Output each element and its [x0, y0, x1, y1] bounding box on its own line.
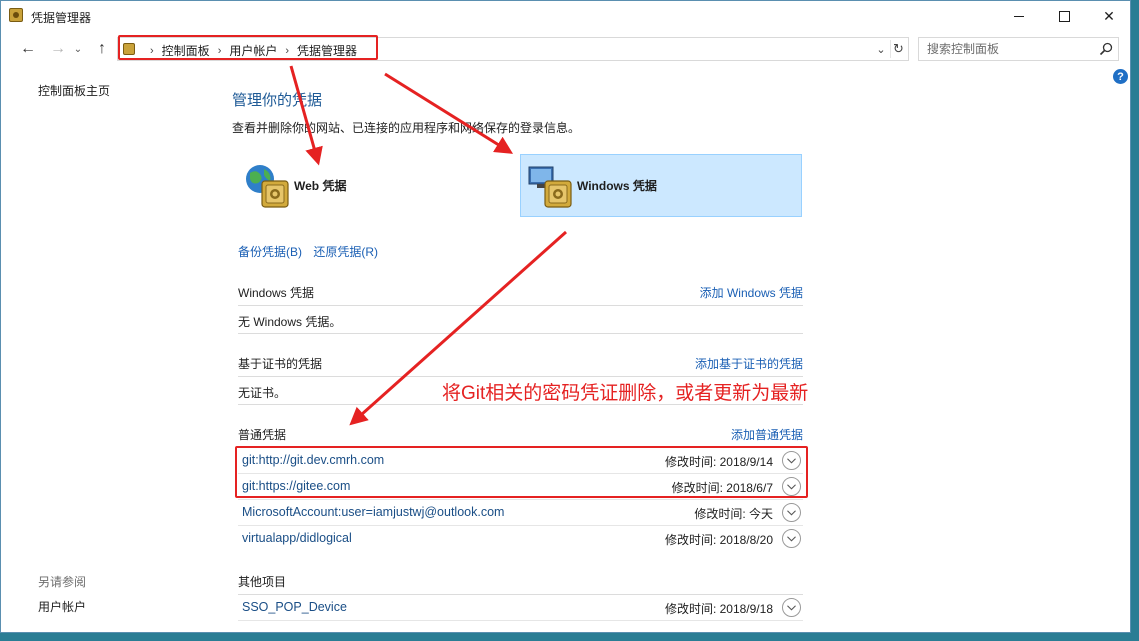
- windows-credentials-icon: [528, 166, 572, 208]
- credential-name: virtualapp/didlogical: [242, 531, 352, 545]
- refresh-button[interactable]: ↻: [890, 40, 906, 58]
- vault-icon: [9, 8, 23, 22]
- chevron-down-icon: ⌄: [876, 43, 886, 56]
- address-highlight-box: [118, 35, 378, 60]
- web-credentials-tile[interactable]: Web 凭据: [238, 154, 520, 217]
- forward-button[interactable]: →: [47, 39, 69, 59]
- recent-locations-button[interactable]: ⌄: [71, 39, 85, 59]
- divider: [238, 620, 803, 621]
- section-title: 普通凭据: [238, 428, 287, 442]
- minimize-icon: [1014, 16, 1024, 17]
- refresh-icon: ↻: [893, 41, 904, 56]
- certificate-credentials-header: 基于证书的凭据 添加基于证书的凭据: [238, 355, 803, 375]
- search-input[interactable]: [919, 38, 1095, 60]
- credential-name: MicrosoftAccount:user=iamjustwj@outlook.…: [242, 505, 505, 519]
- user-accounts-link[interactable]: 用户帐户: [38, 598, 86, 615]
- arrow-up-icon: ↑: [98, 40, 106, 57]
- credential-name: SSO_POP_Device: [242, 600, 347, 614]
- expand-chevron-icon[interactable]: [782, 598, 801, 617]
- divider: [238, 376, 803, 377]
- search-box[interactable]: [918, 37, 1119, 61]
- credential-row[interactable]: virtualapp/didlogical 修改时间: 2018/8/20: [238, 526, 803, 552]
- see-also-heading: 另请参阅: [38, 575, 87, 589]
- up-button[interactable]: ↑: [91, 39, 113, 59]
- generic-credentials-header: 普通凭据 添加普通凭据: [238, 426, 803, 446]
- section-title: 其他项目: [238, 575, 287, 589]
- windows-credentials-label: Windows 凭据: [577, 179, 657, 193]
- credential-modified: 修改时间: 2018/8/20: [664, 533, 773, 547]
- arrow-left-icon: ←: [20, 40, 36, 57]
- close-button[interactable]: ✕: [1086, 1, 1130, 32]
- expand-chevron-icon[interactable]: [782, 503, 801, 522]
- search-icon[interactable]: [1099, 42, 1113, 56]
- control-panel-home-link[interactable]: 控制面板主页: [38, 82, 110, 99]
- chevron-down-icon: ⌄: [73, 43, 83, 55]
- other-items-header: 其他项目: [238, 573, 803, 593]
- credential-manager-window: 凭据管理器 ✕ ← → ⌄ ↑ › 控制面板 › 用户帐户 › 凭据管理器 ⌄ …: [0, 0, 1131, 633]
- expand-chevron-icon[interactable]: [782, 529, 801, 548]
- add-windows-credential-link[interactable]: 添加 Windows 凭据: [700, 284, 803, 301]
- section-title: 基于证书的凭据: [238, 357, 323, 371]
- address-history-button[interactable]: ⌄: [874, 41, 888, 57]
- git-credentials-highlight-box: [235, 446, 808, 498]
- add-generic-credential-link[interactable]: 添加普通凭据: [731, 426, 803, 443]
- title-bar: 凭据管理器 ✕: [1, 1, 1130, 32]
- windows-credentials-tile[interactable]: Windows 凭据: [520, 154, 802, 217]
- maximize-icon: [1058, 11, 1070, 22]
- page-description: 查看并删除你的网站、已连接的应用程序和网络保存的登录信息。: [232, 121, 581, 135]
- web-credentials-label: Web 凭据: [294, 179, 347, 193]
- page-title: 管理你的凭据: [232, 92, 323, 109]
- window-title: 凭据管理器: [31, 11, 92, 25]
- add-certificate-credential-link[interactable]: 添加基于证书的凭据: [695, 355, 803, 372]
- credential-modified: 修改时间: 2018/9/18: [664, 602, 773, 616]
- certificate-credentials-empty: 无证书。: [238, 386, 287, 400]
- windows-credentials-header: Windows 凭据 添加 Windows 凭据: [238, 284, 803, 304]
- backup-restore-links: 备份凭据(B) 还原凭据(R): [238, 243, 378, 260]
- divider: [238, 305, 803, 306]
- web-credentials-icon: [246, 164, 289, 208]
- restore-credentials-link[interactable]: 还原凭据(R): [313, 245, 378, 259]
- back-button[interactable]: ←: [17, 39, 39, 59]
- credential-modified: 修改时间: 今天: [694, 507, 773, 521]
- maximize-button[interactable]: [1041, 1, 1087, 32]
- credential-row[interactable]: SSO_POP_Device 修改时间: 2018/9/18: [238, 595, 803, 621]
- section-title: Windows 凭据: [238, 286, 315, 300]
- divider: [238, 333, 803, 334]
- minimize-button[interactable]: [996, 1, 1042, 32]
- credential-row[interactable]: MicrosoftAccount:user=iamjustwj@outlook.…: [238, 500, 803, 526]
- close-icon: ✕: [1103, 8, 1115, 24]
- backup-credentials-link[interactable]: 备份凭据(B): [238, 245, 302, 259]
- windows-credentials-empty: 无 Windows 凭据。: [238, 315, 342, 329]
- help-icon[interactable]: ?: [1113, 69, 1128, 84]
- annotation-text: 将Git相关的密码凭证删除，或者更新为最新: [442, 383, 809, 404]
- arrow-right-icon: →: [50, 40, 66, 57]
